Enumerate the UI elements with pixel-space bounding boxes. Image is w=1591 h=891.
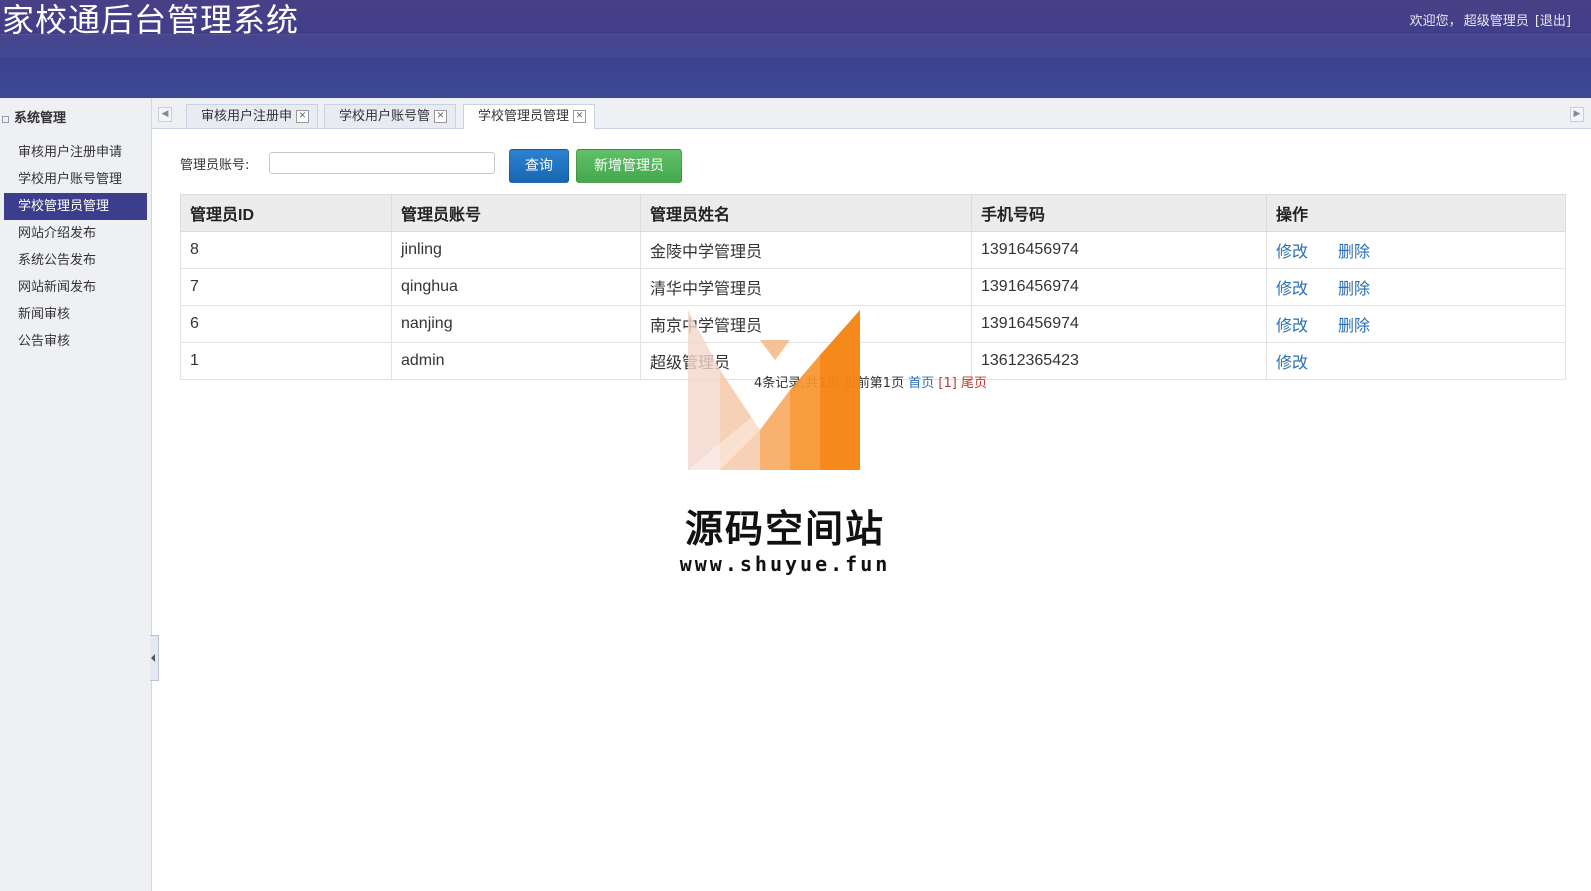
- edit-link[interactable]: 修改: [1276, 318, 1308, 335]
- column-header: 操作: [1266, 194, 1566, 232]
- delete-link[interactable]: 删除: [1338, 281, 1370, 298]
- column-header: 手机号码: [971, 194, 1267, 232]
- cell-phone: 13916456974: [971, 305, 1267, 343]
- cell-account: qinghua: [391, 268, 641, 306]
- tab-scroll-left-icon[interactable]: ◀: [158, 107, 172, 122]
- close-icon[interactable]: ✕: [573, 110, 586, 123]
- sidebar-section-title: 系统管理: [14, 111, 67, 126]
- cell-account: nanjing: [391, 305, 641, 343]
- cell-phone: 13612365423: [971, 342, 1267, 380]
- sidebar-item-school-admins[interactable]: 学校管理员管理: [4, 193, 147, 220]
- cell-actions: 修改 删除: [1266, 305, 1566, 343]
- watermark-url: www.shuyue.fun: [679, 552, 891, 576]
- tab-bar: ◀ 审核用户注册申 ✕ 学校用户账号管 ✕ 学校管理员管理 ✕ ▶: [152, 98, 1591, 129]
- current-user: 超级管理员: [1463, 14, 1529, 29]
- watermark-logo-icon: [688, 310, 860, 470]
- cell-account: jinling: [391, 231, 641, 269]
- tab-label: 学校管理员管理: [478, 109, 570, 124]
- tab-school-admins[interactable]: 学校管理员管理 ✕: [463, 104, 595, 129]
- sidebar-menu: 审核用户注册申请 学校用户账号管理 学校管理员管理 网站介绍发布 系统公告发布 …: [0, 139, 151, 355]
- tab-label: 学校用户账号管: [339, 109, 431, 124]
- cell-phone: 13916456974: [971, 268, 1267, 306]
- cell-name: 金陵中学管理员: [640, 231, 972, 269]
- current-page-link[interactable]: [1]: [938, 376, 956, 391]
- admin-account-input[interactable]: [269, 152, 495, 174]
- column-header: 管理员ID: [180, 194, 392, 232]
- sidebar-item-system-notice[interactable]: 系统公告发布: [0, 247, 147, 274]
- edit-link[interactable]: 修改: [1276, 244, 1308, 261]
- tab-label: 审核用户注册申: [201, 109, 293, 124]
- cell-id: 8: [180, 231, 392, 269]
- cell-id: 1: [180, 342, 392, 380]
- sidebar-item-review-registration[interactable]: 审核用户注册申请: [0, 139, 147, 166]
- tab-scroll-right-icon[interactable]: ▶: [1570, 107, 1584, 122]
- first-page-link[interactable]: 首页: [908, 376, 934, 391]
- table-row: 8 jinling 金陵中学管理员 13916456974 修改 删除: [180, 231, 1566, 269]
- add-admin-button[interactable]: 新增管理员: [576, 149, 682, 183]
- sidebar-item-site-intro[interactable]: 网站介绍发布: [0, 220, 147, 247]
- close-icon[interactable]: ✕: [434, 110, 447, 123]
- column-header: 管理员姓名: [640, 194, 972, 232]
- close-icon[interactable]: ✕: [296, 110, 309, 123]
- logout-link[interactable]: [退出]: [1535, 14, 1571, 29]
- cell-id: 7: [180, 268, 392, 306]
- query-button[interactable]: 查询: [509, 149, 569, 183]
- sidebar-collapse-handle[interactable]: [150, 635, 159, 681]
- column-header: 管理员账号: [391, 194, 641, 232]
- welcome-bar: 欢迎您， 超级管理员 [退出]: [1408, 10, 1571, 29]
- edit-link[interactable]: 修改: [1276, 281, 1308, 298]
- sidebar-section-header[interactable]: 系统管理: [0, 98, 151, 130]
- sidebar-item-site-news[interactable]: 网站新闻发布: [0, 274, 147, 301]
- watermark-text: 源码空间站: [684, 507, 885, 551]
- cell-account: admin: [391, 342, 641, 380]
- delete-link[interactable]: 删除: [1338, 244, 1370, 261]
- cell-id: 6: [180, 305, 392, 343]
- tab-review-registration[interactable]: 审核用户注册申 ✕: [186, 104, 318, 128]
- sidebar-item-news-review[interactable]: 新闻审核: [0, 301, 147, 328]
- sidebar-item-school-accounts[interactable]: 学校用户账号管理: [0, 166, 147, 193]
- sidebar-item-notice-review[interactable]: 公告审核: [0, 328, 147, 355]
- collapse-square-icon: [2, 116, 9, 123]
- last-page-link[interactable]: 尾页: [961, 376, 987, 391]
- edit-link[interactable]: 修改: [1276, 355, 1308, 372]
- cell-actions: 修改 删除: [1266, 268, 1566, 306]
- welcome-label: 欢迎您，: [1409, 14, 1462, 29]
- sidebar: 系统管理 审核用户注册申请 学校用户账号管理 学校管理员管理 网站介绍发布 系统…: [0, 98, 152, 891]
- tab-school-accounts[interactable]: 学校用户账号管 ✕: [324, 104, 456, 128]
- admin-account-label: 管理员账号:: [180, 158, 250, 173]
- cell-actions: 修改 删除: [1266, 231, 1566, 269]
- app-title: 家校通后台管理系统: [2, 1, 300, 39]
- delete-link[interactable]: 删除: [1338, 318, 1370, 335]
- app-header: 家校通后台管理系统 欢迎您， 超级管理员 [退出]: [0, 0, 1591, 98]
- cell-actions: 修改: [1266, 342, 1566, 380]
- table-header-row: 管理员ID 管理员账号 管理员姓名 手机号码 操作: [180, 194, 1566, 232]
- watermark: 源码空间站 www.shuyue.fun: [660, 300, 910, 590]
- cell-phone: 13916456974: [971, 231, 1267, 269]
